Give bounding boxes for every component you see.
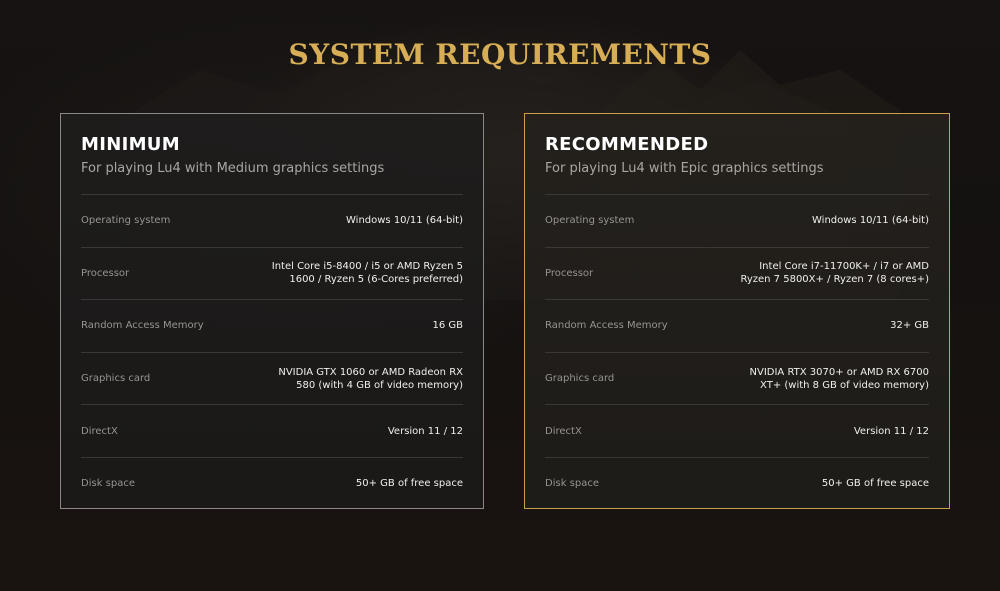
spec-row-processor: Processor Intel Core i5-8400 / i5 or AMD… xyxy=(81,246,463,300)
recommended-card-title: RECOMMENDED xyxy=(545,134,709,155)
spec-value: Intel Core i7-11700K+ / i7 or AMD Ryzen … xyxy=(740,261,929,286)
spec-row-directx: DirectX Version 11 / 12 xyxy=(81,404,463,457)
spec-row-operating-system: Operating system Windows 10/11 (64-bit) xyxy=(545,194,929,247)
spec-label: DirectX xyxy=(81,425,118,437)
spec-value: Windows 10/11 (64-bit) xyxy=(346,215,463,227)
spec-label: Processor xyxy=(545,267,594,279)
spec-row-processor: Processor Intel Core i7-11700K+ / i7 or … xyxy=(545,246,929,300)
spec-value: 50+ GB of free space xyxy=(821,478,929,490)
recommended-requirements-card: RECOMMENDED For playing Lu4 with Epic gr… xyxy=(524,113,950,509)
page-title: SYSTEM REQUIREMENTS xyxy=(288,38,712,71)
spec-label: Operating system xyxy=(81,215,171,227)
spec-value: Intel Core i5-8400 / i5 or AMD Ryzen 5 1… xyxy=(271,261,463,286)
spec-row-operating-system: Operating system Windows 10/11 (64-bit) xyxy=(81,194,463,247)
spec-value: NVIDIA RTX 3070+ or AMD RX 6700 XT+ (wit… xyxy=(749,366,930,391)
spec-value: NVIDIA GTX 1060 or AMD Radeon RX 580 (wi… xyxy=(278,366,463,391)
spec-row-memory: Random Access Memory 32+ GB xyxy=(545,299,929,352)
spec-row-graphics-card: Graphics card NVIDIA GTX 1060 or AMD Rad… xyxy=(81,351,463,405)
spec-value: 16 GB xyxy=(432,320,463,332)
spec-row-directx: DirectX Version 11 / 12 xyxy=(545,404,929,457)
spec-value: Windows 10/11 (64-bit) xyxy=(812,215,929,227)
recommended-card-subtitle: For playing Lu4 with Epic graphics setti… xyxy=(545,161,824,176)
spec-label: DirectX xyxy=(545,425,582,437)
recommended-spec-list: Operating system Windows 10/11 (64-bit) … xyxy=(545,194,929,510)
spec-value: 32+ GB xyxy=(890,320,929,332)
spec-value: Version 11 / 12 xyxy=(853,425,929,437)
spec-label: Processor xyxy=(81,267,130,279)
minimum-requirements-card: MINIMUM For playing Lu4 with Medium grap… xyxy=(60,113,484,509)
spec-label: Disk space xyxy=(545,478,599,490)
spec-row-memory: Random Access Memory 16 GB xyxy=(81,299,463,352)
spec-label: Random Access Memory xyxy=(81,320,204,332)
spec-label: Graphics card xyxy=(81,373,151,385)
spec-label: Graphics card xyxy=(545,373,615,385)
minimum-spec-list: Operating system Windows 10/11 (64-bit) … xyxy=(81,194,463,510)
spec-row-disk-space: Disk space 50+ GB of free space xyxy=(545,456,929,510)
spec-label: Operating system xyxy=(545,215,635,227)
spec-row-disk-space: Disk space 50+ GB of free space xyxy=(81,456,463,510)
spec-label: Random Access Memory xyxy=(545,320,668,332)
minimum-card-subtitle: For playing Lu4 with Medium graphics set… xyxy=(81,161,385,176)
minimum-card-title: MINIMUM xyxy=(81,134,180,155)
spec-row-graphics-card: Graphics card NVIDIA RTX 3070+ or AMD RX… xyxy=(545,351,930,405)
spec-value: Version 11 / 12 xyxy=(387,425,463,437)
spec-label: Disk space xyxy=(81,478,135,490)
spec-value: 50+ GB of free space xyxy=(355,478,463,490)
